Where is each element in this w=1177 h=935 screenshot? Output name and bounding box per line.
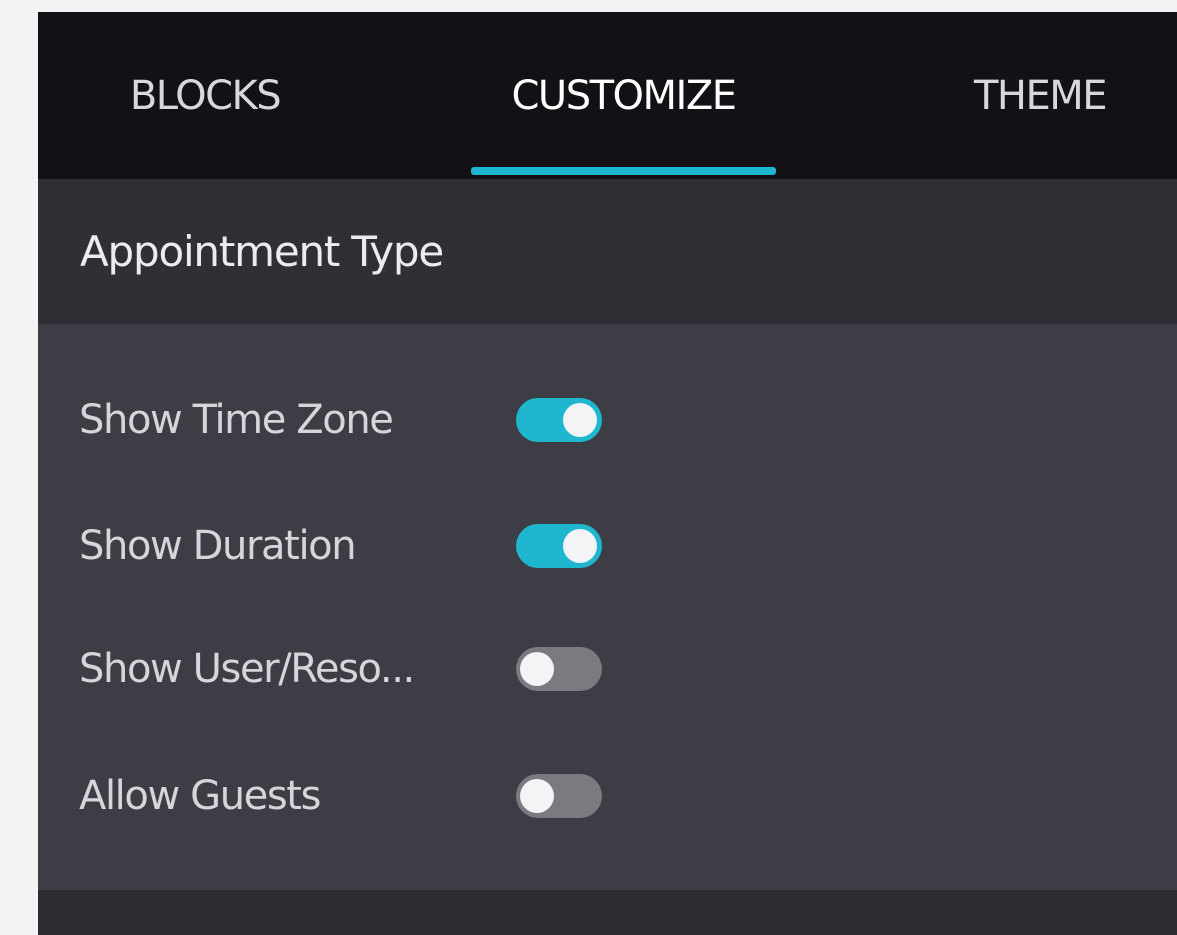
toggle-allow-guests[interactable] bbox=[516, 774, 602, 818]
toggle-show-time-zone[interactable] bbox=[516, 398, 602, 442]
option-label-show-time-zone: Show Time Zone bbox=[79, 397, 394, 443]
section-title: Appointment Type bbox=[80, 227, 444, 276]
editor-panel: BLOCKS CUSTOMIZE THEME Appointment Type … bbox=[38, 12, 1177, 935]
option-label-show-user-resource: Show User/Reso... bbox=[79, 646, 415, 692]
tab-customize[interactable]: CUSTOMIZE bbox=[471, 12, 776, 179]
tab-blocks[interactable]: BLOCKS bbox=[100, 12, 310, 179]
toggle-knob-icon bbox=[520, 652, 554, 686]
tab-theme[interactable]: THEME bbox=[935, 12, 1145, 179]
tab-bar: BLOCKS CUSTOMIZE THEME bbox=[38, 12, 1177, 179]
toggle-show-user-resource[interactable] bbox=[516, 647, 602, 691]
section-header[interactable]: Appointment Type bbox=[38, 179, 1177, 324]
option-label-show-duration: Show Duration bbox=[79, 523, 357, 569]
option-row-show-duration: Show Duration bbox=[38, 506, 1177, 586]
active-tab-indicator bbox=[471, 167, 776, 175]
option-row-show-user-resource: Show User/Reso... bbox=[38, 629, 1177, 709]
option-row-show-time-zone: Show Time Zone bbox=[38, 380, 1177, 460]
option-row-allow-guests: Allow Guests bbox=[38, 756, 1177, 836]
toggle-knob-icon bbox=[563, 529, 597, 563]
options-panel: Show Time Zone Show Duration Show User/R… bbox=[38, 324, 1177, 890]
toggle-show-duration[interactable] bbox=[516, 524, 602, 568]
tab-blocks-label: BLOCKS bbox=[129, 72, 282, 119]
footer-strip bbox=[38, 890, 1177, 935]
tab-customize-label: CUSTOMIZE bbox=[511, 72, 738, 119]
tab-theme-label: THEME bbox=[973, 72, 1108, 119]
option-label-allow-guests: Allow Guests bbox=[79, 773, 321, 819]
toggle-knob-icon bbox=[563, 403, 597, 437]
toggle-knob-icon bbox=[520, 779, 554, 813]
